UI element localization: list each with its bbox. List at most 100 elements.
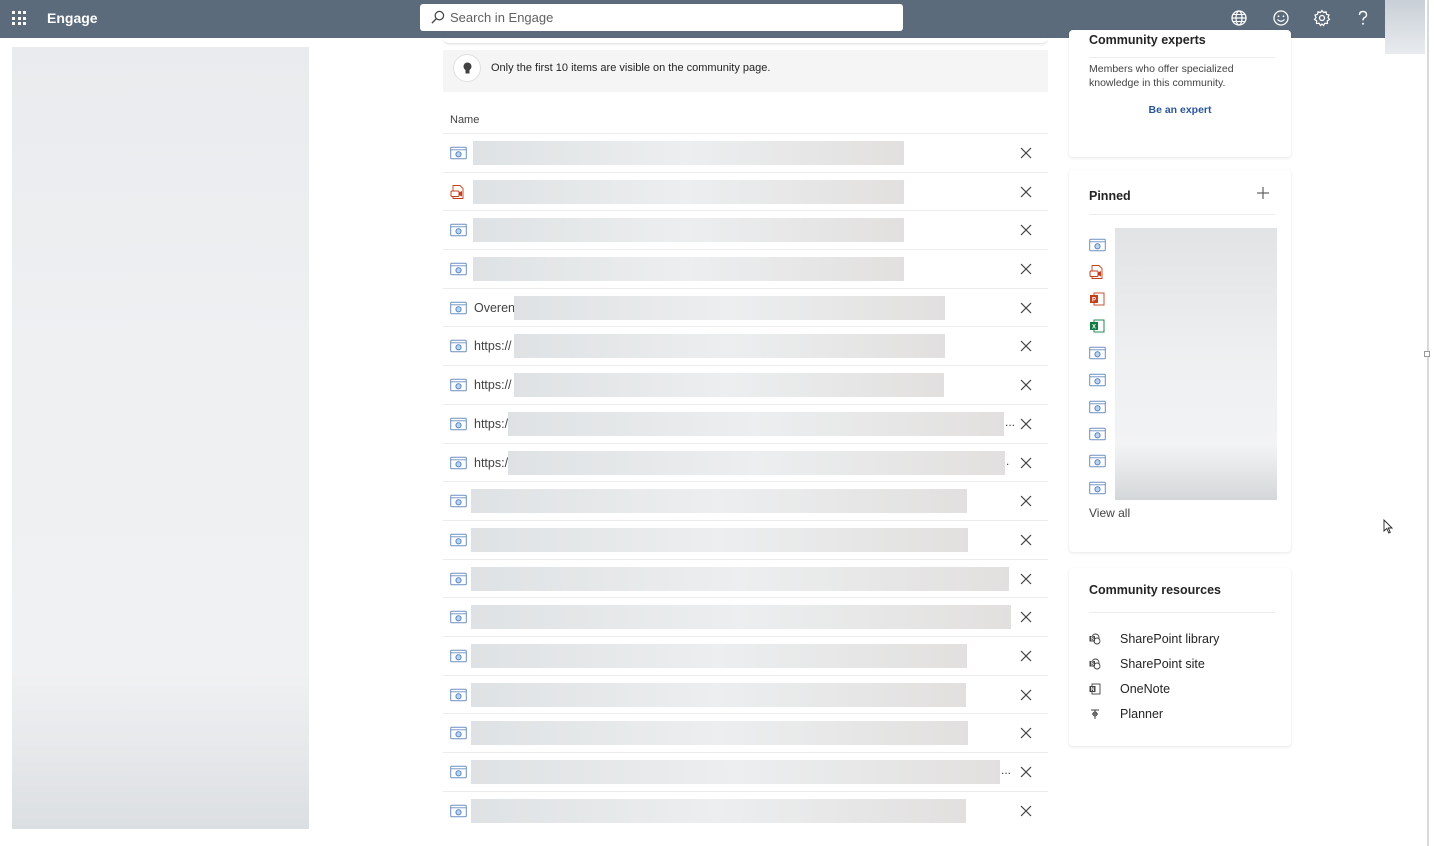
powerpoint-icon[interactable]: P xyxy=(1089,292,1106,306)
remove-file-icon[interactable] xyxy=(1019,610,1033,624)
file-name-blurred[interactable] xyxy=(471,760,1000,784)
file-row[interactable] xyxy=(443,558,1048,598)
file-name-blurred[interactable] xyxy=(471,798,966,823)
resource-item[interactable]: N OneNote xyxy=(1089,680,1279,700)
resource-label[interactable]: Planner xyxy=(1120,707,1163,721)
remove-file-icon[interactable] xyxy=(1019,572,1033,586)
help-icon[interactable] xyxy=(1354,9,1372,27)
file-name-text[interactable]: https:/ xyxy=(474,456,508,470)
smiley-icon[interactable] xyxy=(1272,9,1290,27)
remove-file-icon[interactable] xyxy=(1019,494,1033,508)
remove-file-icon[interactable] xyxy=(1019,339,1033,353)
link-file-icon[interactable] xyxy=(1089,346,1106,360)
file-name-blurred[interactable] xyxy=(508,411,1004,436)
add-pin-icon[interactable] xyxy=(1256,186,1270,200)
divider xyxy=(1089,57,1275,58)
file-name-blurred[interactable] xyxy=(508,450,1005,475)
file-name-blurred[interactable] xyxy=(471,643,967,668)
search-box[interactable] xyxy=(420,4,903,31)
view-all-link[interactable]: View all xyxy=(1089,506,1130,520)
remove-file-icon[interactable] xyxy=(1019,378,1033,392)
remove-file-icon[interactable] xyxy=(1019,765,1033,779)
excel-icon[interactable]: X xyxy=(1089,319,1106,333)
column-header-name[interactable]: Name xyxy=(450,114,479,126)
settings-icon[interactable] xyxy=(1313,9,1331,27)
file-name-blurred[interactable] xyxy=(473,218,904,243)
file-row[interactable] xyxy=(443,481,1048,520)
resource-item[interactable]: Planner xyxy=(1089,705,1279,725)
file-name-blurred[interactable] xyxy=(471,605,1011,630)
svg-text:P: P xyxy=(1092,298,1096,304)
link-file-icon xyxy=(450,417,467,431)
remove-file-icon[interactable] xyxy=(1019,185,1033,199)
file-name-text[interactable]: https:// xyxy=(474,378,512,392)
remove-file-icon[interactable] xyxy=(1019,804,1033,818)
file-row[interactable] xyxy=(443,635,1048,675)
file-name-blurred[interactable] xyxy=(471,566,1009,591)
file-row[interactable] xyxy=(443,171,1048,211)
file-row[interactable]: https:/... xyxy=(443,403,1048,443)
video-file-icon[interactable] xyxy=(1089,265,1106,279)
file-row[interactable] xyxy=(443,249,1048,288)
be-an-expert-link[interactable]: Be an expert xyxy=(1069,104,1291,116)
file-row[interactable] xyxy=(443,674,1048,714)
pinned-items-blurred[interactable] xyxy=(1115,228,1277,500)
resource-label[interactable]: SharePoint library xyxy=(1120,632,1219,646)
link-file-icon[interactable] xyxy=(1089,454,1106,468)
file-name-blurred[interactable] xyxy=(473,257,904,282)
remove-file-icon[interactable] xyxy=(1019,649,1033,663)
file-name-text[interactable]: https:// xyxy=(474,339,512,353)
file-row[interactable] xyxy=(443,210,1048,249)
resource-label[interactable]: OneNote xyxy=(1120,682,1170,696)
file-row[interactable] xyxy=(443,713,1048,752)
file-row[interactable]: Overen xyxy=(443,287,1048,327)
file-name-blurred[interactable] xyxy=(514,295,945,320)
remove-file-icon[interactable] xyxy=(1019,301,1033,315)
resource-label[interactable]: SharePoint site xyxy=(1120,657,1205,671)
link-file-icon[interactable] xyxy=(1089,238,1106,252)
remove-file-icon[interactable] xyxy=(1019,417,1033,431)
file-row[interactable] xyxy=(443,519,1048,559)
planner-icon xyxy=(1089,707,1101,719)
file-row[interactable]: https:// xyxy=(443,326,1048,365)
file-name-blurred[interactable] xyxy=(471,721,968,746)
account-avatar[interactable] xyxy=(1385,0,1425,54)
resource-item[interactable]: S SharePoint site xyxy=(1089,655,1279,675)
remove-file-icon[interactable] xyxy=(1019,456,1033,470)
file-row[interactable] xyxy=(443,790,1048,830)
globe-icon[interactable] xyxy=(1230,9,1248,27)
file-name-blurred[interactable] xyxy=(514,334,945,359)
file-row[interactable]: https:// xyxy=(443,365,1048,404)
file-name-blurred[interactable] xyxy=(473,179,904,204)
file-name-blurred[interactable] xyxy=(471,527,968,552)
remove-file-icon[interactable] xyxy=(1019,726,1033,740)
app-launcher-icon[interactable] xyxy=(12,11,26,25)
remove-file-icon[interactable] xyxy=(1019,262,1033,276)
file-row[interactable]: https:/. xyxy=(443,442,1048,482)
link-file-icon[interactable] xyxy=(1089,481,1106,495)
file-name-text[interactable]: Overen xyxy=(474,301,515,315)
truncation-text: ... xyxy=(1005,414,1016,429)
community-resources-card: Community resources S SharePoint library S… xyxy=(1069,568,1291,746)
file-name-blurred[interactable] xyxy=(471,489,967,514)
file-name-blurred[interactable] xyxy=(471,682,966,707)
resize-handle[interactable] xyxy=(1424,351,1430,357)
search-input[interactable] xyxy=(450,4,890,31)
resource-item[interactable]: S SharePoint library xyxy=(1089,630,1279,650)
remove-file-icon[interactable] xyxy=(1019,223,1033,237)
link-file-icon[interactable] xyxy=(1089,427,1106,441)
file-name-blurred[interactable] xyxy=(473,141,904,165)
remove-file-icon[interactable] xyxy=(1019,688,1033,702)
file-name-blurred[interactable] xyxy=(514,373,944,398)
remove-file-icon[interactable] xyxy=(1019,533,1033,547)
divider xyxy=(1089,214,1275,215)
file-row[interactable] xyxy=(443,133,1048,172)
link-file-icon[interactable] xyxy=(1089,373,1106,387)
link-file-icon[interactable] xyxy=(1089,400,1106,414)
remove-file-icon[interactable] xyxy=(1019,146,1033,160)
app-title[interactable]: Engage xyxy=(47,10,98,26)
file-name-text[interactable]: https:/ xyxy=(474,417,508,431)
file-row[interactable] xyxy=(443,597,1048,636)
file-row[interactable]: ... xyxy=(443,752,1048,791)
link-file-icon xyxy=(450,339,467,353)
